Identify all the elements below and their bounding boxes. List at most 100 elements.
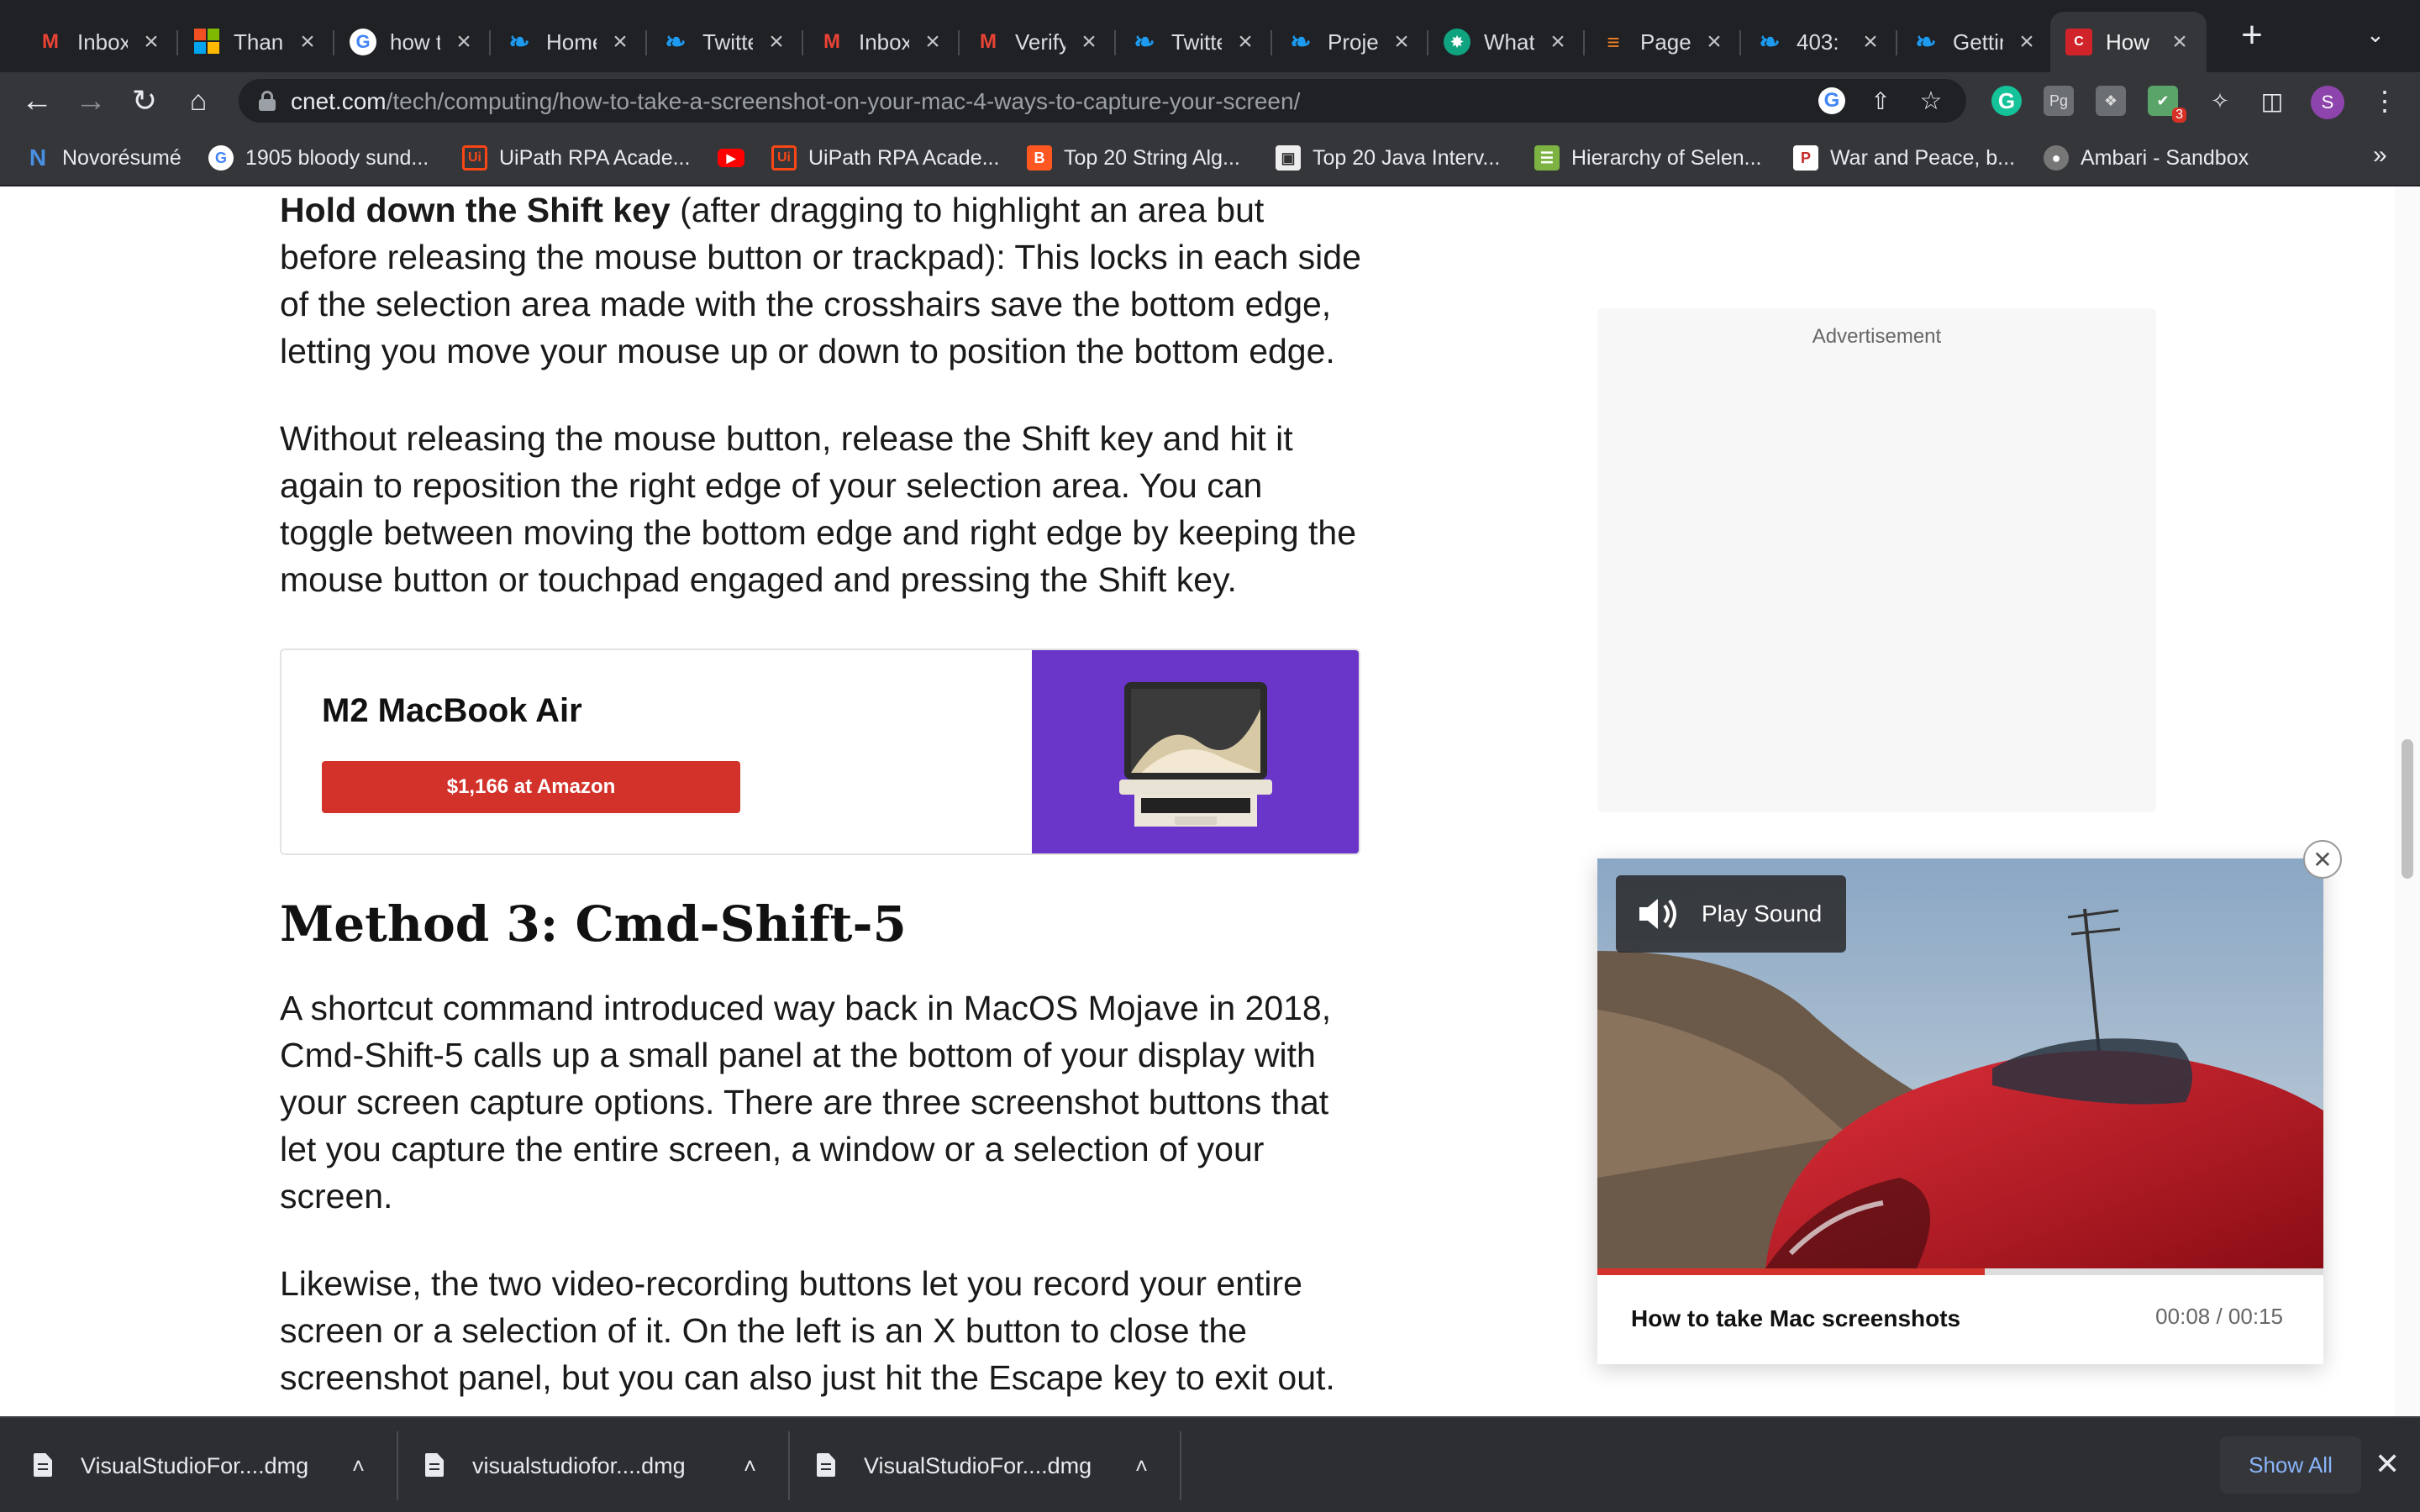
download-separator [1180, 1431, 1181, 1500]
tab-4[interactable]: ❧ Home × [491, 12, 647, 72]
video-frame[interactable]: Play Sound [1597, 858, 2323, 1268]
tab-7[interactable]: M Verify × [960, 12, 1116, 72]
uipath-icon: Ui [462, 145, 487, 171]
tab-close-icon[interactable]: × [1234, 28, 1257, 55]
bookmark-1[interactable]: N Novorésumé [25, 143, 182, 173]
file-icon [817, 1453, 837, 1478]
tab-title: Home [546, 29, 597, 55]
download-separator [397, 1431, 398, 1500]
extension-pg-icon[interactable]: Pg [2044, 86, 2074, 116]
bookmark-5[interactable]: Ui UiPath RPA Acade... [771, 143, 999, 173]
microsoft-icon [193, 29, 220, 55]
chevron-up-icon[interactable]: ˄ [744, 1453, 756, 1479]
profile-avatar[interactable]: S [2311, 86, 2344, 119]
lock-icon[interactable] [259, 91, 276, 111]
extensions-puzzle-icon[interactable]: ✧ [2205, 86, 2235, 116]
speaker-icon [1639, 899, 1676, 929]
tab-close-icon[interactable]: × [1546, 28, 1570, 55]
play-sound-label: Play Sound [1702, 900, 1823, 927]
back-button[interactable]: ← [17, 81, 57, 121]
tab-8[interactable]: ❧ Twitter × [1116, 12, 1272, 72]
download-separator [788, 1431, 790, 1500]
youtube-icon: ▶ [718, 149, 744, 167]
tab-5[interactable]: ❧ Twitter × [647, 12, 803, 72]
download-item[interactable]: visualstudiofor....dmg ˄ [425, 1418, 786, 1512]
bookmark-label: Top 20 String Alg... [1064, 145, 1240, 170]
menu-kebab-icon[interactable]: ⋮ [2370, 86, 2400, 116]
stackoverflow-icon: ≡ [1607, 29, 1620, 55]
uipath-icon: Ui [771, 145, 797, 171]
bookmark-10[interactable]: ● Ambari - Sandbox [2044, 143, 2249, 173]
download-item[interactable]: VisualStudioFor....dmg ˄ [34, 1418, 395, 1512]
tab-close-icon[interactable]: × [1077, 28, 1101, 55]
chevron-up-icon[interactable]: ˄ [352, 1453, 365, 1479]
forward-button[interactable]: → [71, 81, 111, 121]
tab-close-icon[interactable]: × [608, 28, 632, 55]
video-progress-track[interactable] [1597, 1268, 2323, 1275]
google-lens-icon[interactable]: G [1818, 87, 1845, 114]
download-filename: VisualStudioFor....dmg [864, 1452, 1092, 1478]
tab-close-icon[interactable]: × [2168, 28, 2191, 55]
play-sound-button[interactable]: Play Sound [1616, 875, 1846, 953]
bookmark-7[interactable]: ▣ Top 20 Java Interv... [1276, 143, 1500, 173]
amazon-price-button[interactable]: $1,166 at Amazon [322, 761, 740, 813]
bookmark-2[interactable]: G 1905 bloody sund... [208, 143, 429, 173]
bookmark-label: War and Peace, b... [1830, 145, 2016, 170]
tab-12[interactable]: ❧ 403: × [1741, 12, 1897, 72]
tab-title: Twitter [1171, 29, 1222, 55]
tab-11[interactable]: ≡ Page × [1585, 12, 1741, 72]
bookmarks-bar: N Novorésumé G 1905 bloody sund... Ui UiPath … [0, 129, 2420, 186]
tab-6[interactable]: M Inbox × [803, 12, 960, 72]
tab-14[interactable]: C How × [2050, 12, 2207, 72]
bookmark-star-icon[interactable]: ☆ [1916, 86, 1946, 116]
tab-title: Inbox [859, 29, 909, 55]
show-all-downloads-button[interactable]: Show All [2220, 1436, 2361, 1494]
address-bar[interactable]: cnet.com/tech/computing/how-to-take-a-sc… [239, 79, 1966, 123]
bookmark-4[interactable]: ▶ [718, 143, 756, 173]
side-panel-icon[interactable]: ◫ [2257, 86, 2287, 116]
extension-badge-icon[interactable]: ✔ 3 [2148, 86, 2186, 123]
new-tab-button[interactable]: + [2233, 17, 2270, 55]
tab-3[interactable]: Ghow t × [334, 12, 491, 72]
bookmark-8[interactable]: ☰ Hierarchy of Selen... [1534, 143, 1762, 173]
bookmark-9[interactable]: P War and Peace, b... [1793, 143, 2015, 173]
tab-close-icon[interactable]: × [1859, 28, 1882, 55]
close-download-shelf-icon[interactable]: ✕ [2375, 1446, 2400, 1482]
reload-button[interactable]: ↻ [124, 81, 165, 121]
tab-10[interactable]: ✸ What × [1428, 12, 1585, 72]
tab-close-icon[interactable]: × [296, 28, 319, 55]
tab-1[interactable]: M Inbox × [22, 12, 178, 72]
bookmark-label: Novorésumé [62, 145, 182, 170]
tab-2[interactable]: Thanks × [178, 12, 334, 72]
war-and-peace-icon: P [1793, 145, 1818, 171]
floating-video-player[interactable]: Play Sound How to take Mac screenshots 0… [1597, 858, 2323, 1364]
grammarly-extension-icon[interactable]: G [1991, 86, 2022, 116]
tab-close-icon[interactable]: × [765, 28, 788, 55]
paragraph-release-shift: Without releasing the mouse button, rele… [280, 419, 1357, 599]
tab-title: What [1484, 29, 1534, 55]
url-text[interactable]: cnet.com/tech/computing/how-to-take-a-sc… [291, 88, 1300, 115]
tab-search-chevron-icon[interactable]: ⌄ [2366, 22, 2385, 48]
tab-close-icon[interactable]: × [2015, 28, 2039, 55]
bookmark-6[interactable]: B Top 20 String Alg... [1027, 143, 1240, 173]
tab-close-icon[interactable]: × [139, 28, 163, 55]
tab-close-icon[interactable]: × [1390, 28, 1413, 55]
tab-13[interactable]: ❧ Getting × [1897, 12, 2054, 72]
macbook-image[interactable] [1032, 650, 1359, 853]
tab-title: Page [1640, 29, 1691, 55]
tab-9[interactable]: ❧ Project × [1272, 12, 1428, 72]
page-scrollbar-thumb[interactable] [2402, 739, 2413, 879]
download-item[interactable]: VisualStudioFor....dmg ˄ [817, 1418, 1178, 1512]
more-bookmarks-chevron-icon[interactable]: » [2373, 141, 2387, 170]
chevron-up-icon[interactable]: ˄ [1135, 1453, 1148, 1479]
close-video-icon[interactable]: ✕ [2303, 840, 2342, 879]
tab-close-icon[interactable]: × [1702, 28, 1726, 55]
extension-grey-icon[interactable]: ❖ [2096, 86, 2126, 116]
bookmark-3[interactable]: Ui UiPath RPA Acade... [462, 143, 690, 173]
share-icon[interactable]: ⇧ [1865, 86, 1896, 116]
advertisement-label: Advertisement [1812, 325, 1942, 348]
home-button[interactable]: ⌂ [178, 81, 218, 121]
tab-close-icon[interactable]: × [921, 28, 944, 55]
tab-title: 403: [1797, 29, 1839, 55]
tab-close-icon[interactable]: × [452, 28, 476, 55]
